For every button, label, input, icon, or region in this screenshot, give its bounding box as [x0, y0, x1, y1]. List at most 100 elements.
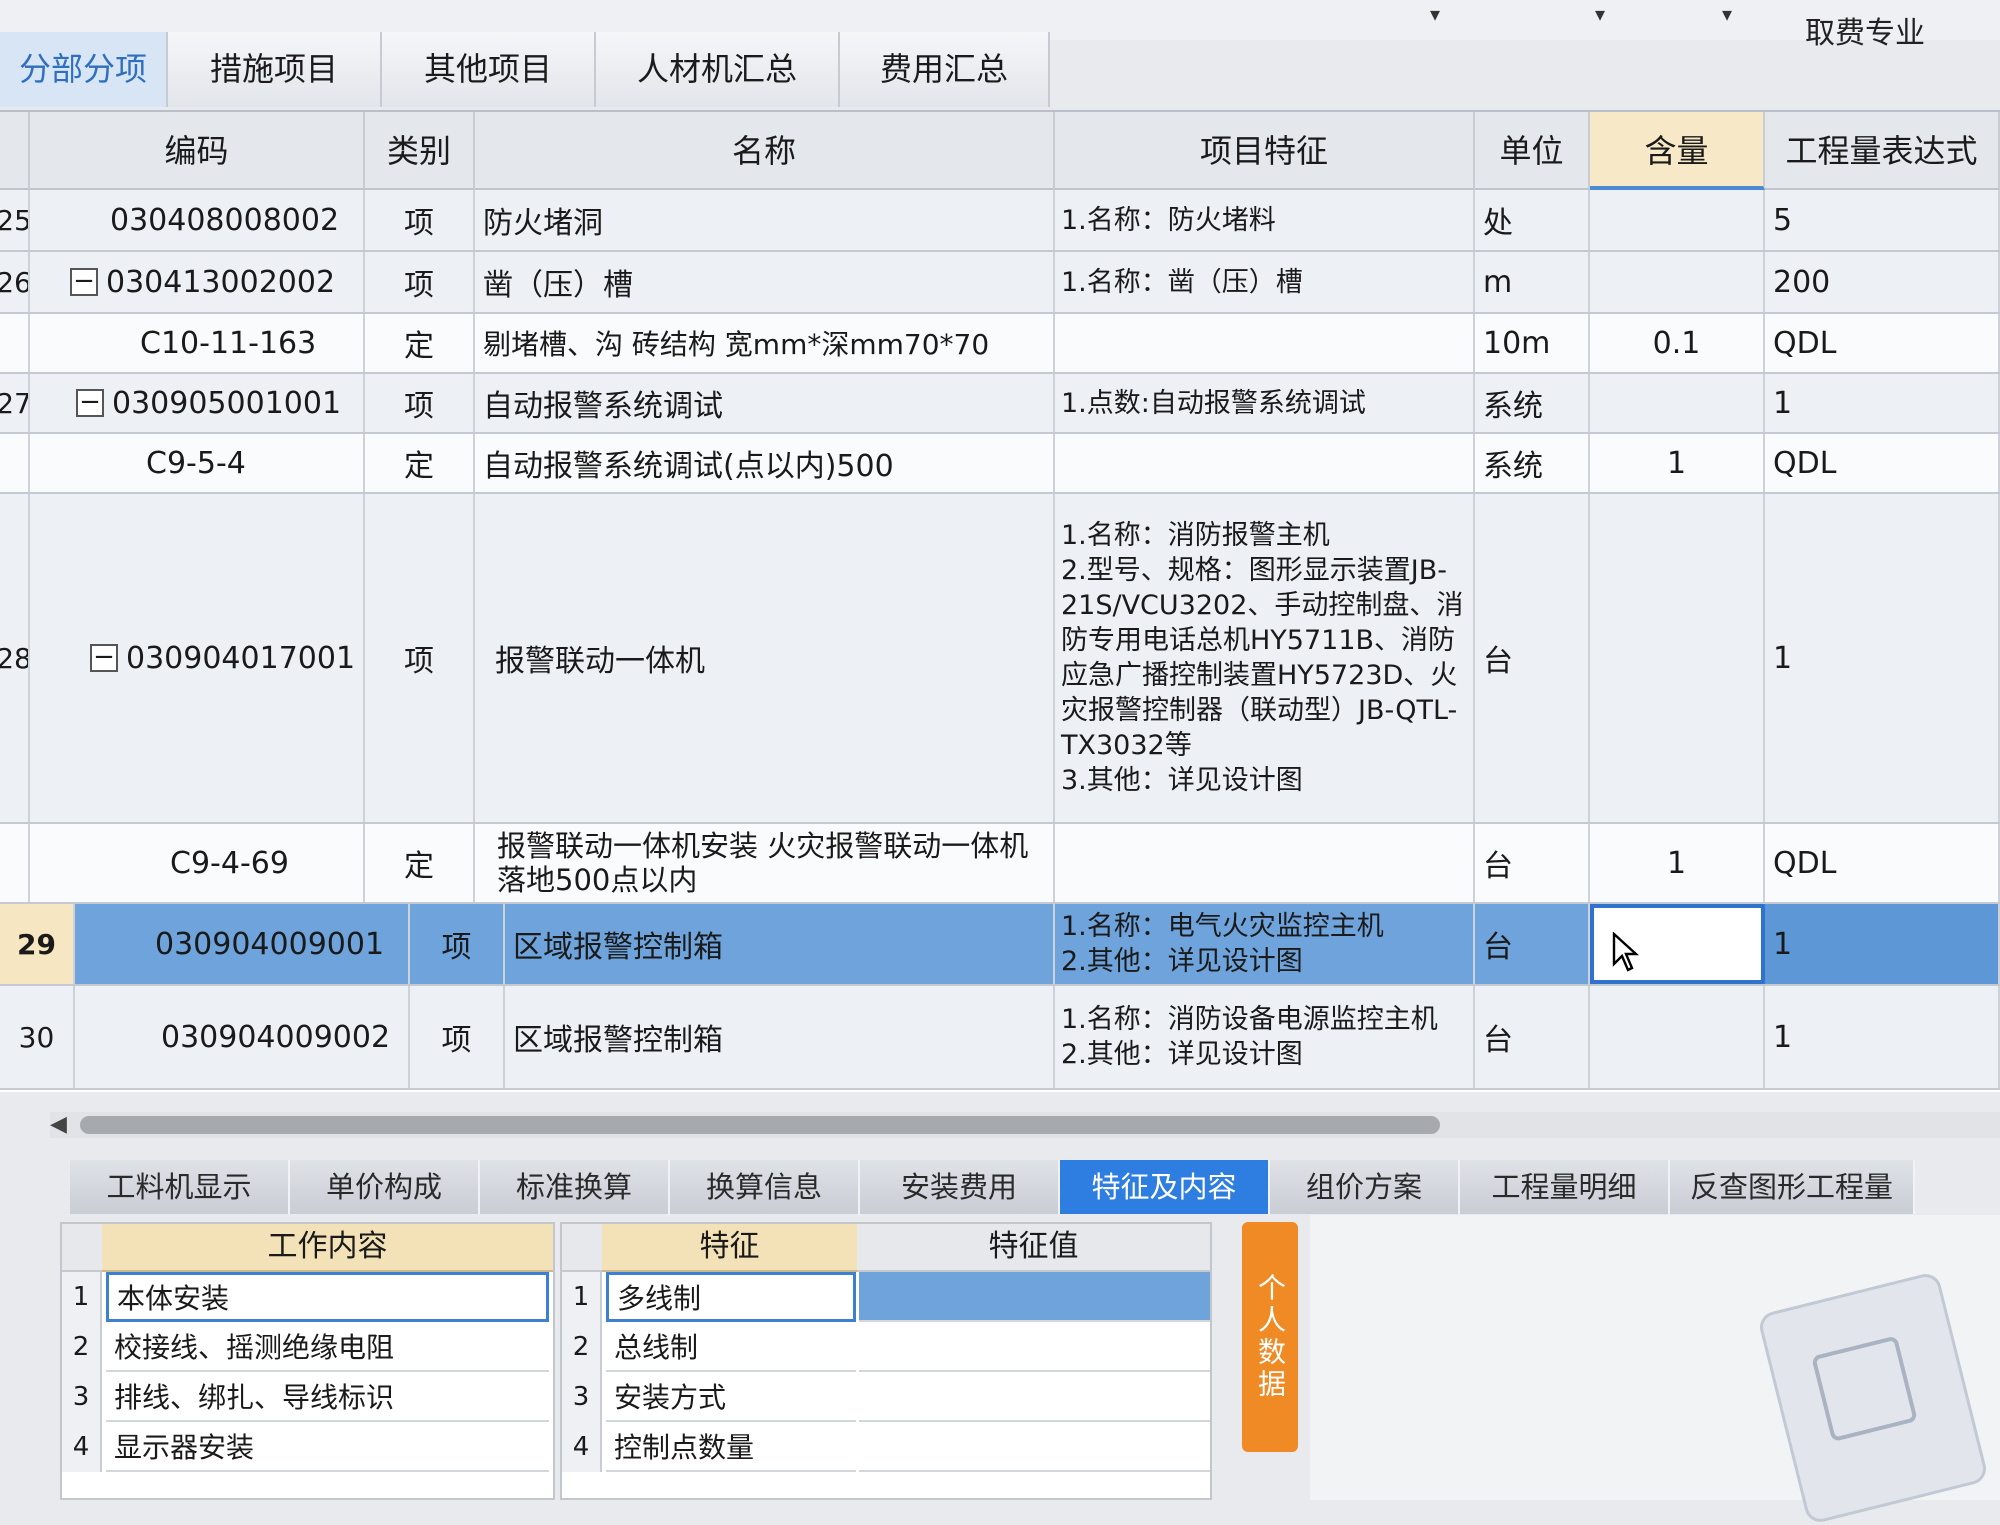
expr-cell[interactable]: QDL: [1765, 434, 2000, 492]
feature-value-cell[interactable]: [859, 1422, 1210, 1472]
code-cell[interactable]: −030905001001: [30, 374, 365, 432]
code-cell[interactable]: 030408008002: [30, 190, 365, 250]
name-cell[interactable]: 自动报警系统调试(点以内)500: [475, 434, 1055, 492]
table-row[interactable]: C10-11-163 定 剔堵槽、沟 砖结构 宽mm*深mm70*70 10m …: [0, 314, 2000, 374]
unit-cell[interactable]: 台: [1475, 904, 1590, 984]
feature-cell[interactable]: [1055, 314, 1475, 372]
table-row[interactable]: 27 −030905001001 项 自动报警系统调试 1.点数:自动报警系统调…: [0, 374, 2000, 434]
table-row[interactable]: 25 030408008002 项 防火堵洞 1.名称：防火堵料 处 5: [0, 190, 2000, 252]
type-cell[interactable]: 项: [365, 494, 475, 822]
type-cell[interactable]: 定: [365, 314, 475, 372]
feature-value-cell[interactable]: [859, 1272, 1210, 1322]
content-cell[interactable]: [1590, 252, 1765, 312]
type-cell[interactable]: 定: [365, 824, 475, 902]
code-cell[interactable]: −030904017001: [30, 494, 365, 822]
tab-sub-items[interactable]: 分部分项: [0, 32, 168, 107]
table-row[interactable]: C9-4-69 定 报警联动一体机安装 火灾报警联动一体机落地500点以内 台 …: [0, 824, 2000, 904]
tab-measures[interactable]: 措施项目: [168, 32, 382, 107]
table-row-selected[interactable]: 29 030904009001 项 区域报警控制箱 1.名称：电气火灾监控主机 …: [0, 904, 2000, 986]
feature-cell[interactable]: 1.点数:自动报警系统调试: [1055, 374, 1475, 432]
expr-cell[interactable]: 200: [1765, 252, 2000, 312]
collapse-icon[interactable]: −: [76, 389, 104, 417]
name-cell[interactable]: 区域报警控制箱: [505, 986, 1055, 1088]
work-content-item[interactable]: 本体安装: [106, 1272, 549, 1322]
collapse-icon[interactable]: −: [70, 268, 98, 296]
feature-cell[interactable]: [1055, 824, 1475, 902]
tab-standard-conversion[interactable]: 标准换算: [480, 1160, 670, 1214]
tab-other-items[interactable]: 其他项目: [382, 32, 596, 107]
name-cell[interactable]: 凿（压）槽: [475, 252, 1055, 312]
expr-cell[interactable]: 1: [1765, 904, 2000, 984]
expr-cell[interactable]: 1: [1765, 494, 2000, 822]
tab-conversion-info[interactable]: 换算信息: [670, 1160, 860, 1214]
feature-cell[interactable]: 1.名称：消防报警主机 2.型号、规格：图形显示装置JB-21S/VCU3202…: [1055, 494, 1475, 822]
content-cell[interactable]: [1590, 374, 1765, 432]
code-cell[interactable]: C9-5-4: [30, 434, 365, 492]
feature-cell[interactable]: [1055, 434, 1475, 492]
tab-unit-price-composition[interactable]: 单价构成: [290, 1160, 480, 1214]
work-content-item[interactable]: 显示器安装: [106, 1422, 549, 1472]
feature-item[interactable]: 控制点数量: [606, 1422, 856, 1472]
scrollbar-thumb[interactable]: [80, 1116, 1440, 1134]
expr-cell[interactable]: QDL: [1765, 314, 2000, 372]
feature-item[interactable]: 安装方式: [606, 1372, 856, 1422]
tab-installation-cost[interactable]: 安装费用: [860, 1160, 1060, 1214]
work-content-item[interactable]: 校接线、摇测绝缘电阻: [106, 1322, 549, 1372]
type-cell[interactable]: 项: [410, 904, 505, 984]
header-feature[interactable]: 项目特征: [1055, 112, 1475, 190]
tab-quantity-details[interactable]: 工程量明细: [1460, 1160, 1670, 1214]
unit-cell[interactable]: m: [1475, 252, 1590, 312]
feature-value-cell[interactable]: [859, 1322, 1210, 1372]
feature-item[interactable]: 总线制: [606, 1322, 856, 1372]
content-cell[interactable]: [1590, 494, 1765, 822]
work-content-item[interactable]: 排线、绑扎、导线标识: [106, 1372, 549, 1422]
dropdown-arrow-icon[interactable]: ▾: [1722, 2, 1732, 26]
name-cell[interactable]: 区域报警控制箱: [505, 904, 1055, 984]
tab-labor-material-display[interactable]: 工料机显示: [70, 1160, 290, 1214]
code-cell[interactable]: 030904009001: [75, 904, 410, 984]
type-cell[interactable]: 项: [410, 986, 505, 1088]
fee-specialty-label[interactable]: 取费专业: [1805, 8, 1925, 52]
type-cell[interactable]: 项: [365, 374, 475, 432]
dropdown-arrow-icon[interactable]: ▾: [1430, 2, 1440, 26]
header-type[interactable]: 类别: [365, 112, 475, 190]
unit-cell[interactable]: 处: [1475, 190, 1590, 250]
content-cell[interactable]: 0.1: [1590, 314, 1765, 372]
tab-features-and-content[interactable]: 特征及内容: [1060, 1160, 1270, 1214]
personal-data-button[interactable]: 个人数据: [1242, 1222, 1298, 1452]
code-cell[interactable]: −030413002002: [30, 252, 365, 312]
collapse-icon[interactable]: −: [90, 644, 118, 672]
type-cell[interactable]: 项: [365, 252, 475, 312]
tab-labor-material-summary[interactable]: 人材机汇总: [596, 32, 840, 107]
tab-pricing-scheme[interactable]: 组价方案: [1270, 1160, 1460, 1214]
unit-cell[interactable]: 台: [1475, 986, 1590, 1088]
expr-cell[interactable]: QDL: [1765, 824, 2000, 902]
expr-cell[interactable]: 5: [1765, 190, 2000, 250]
table-row[interactable]: 30 030904009002 项 区域报警控制箱 1.名称：消防设备电源监控主…: [0, 986, 2000, 1090]
header-name[interactable]: 名称: [475, 112, 1055, 190]
content-cell[interactable]: [1590, 986, 1765, 1088]
header-content[interactable]: 含量: [1590, 112, 1765, 190]
feature-cell[interactable]: 1.名称：防火堵料: [1055, 190, 1475, 250]
table-row[interactable]: C9-5-4 定 自动报警系统调试(点以内)500 系统 1 QDL: [0, 434, 2000, 494]
feature-cell[interactable]: 1.名称：消防设备电源监控主机 2.其他：详见设计图: [1055, 986, 1475, 1088]
scroll-left-icon[interactable]: ◀: [50, 1112, 67, 1137]
header-expr[interactable]: 工程量表达式: [1765, 112, 2000, 190]
horizontal-scrollbar[interactable]: ◀: [50, 1112, 2000, 1138]
name-cell[interactable]: 剔堵槽、沟 砖结构 宽mm*深mm70*70: [475, 314, 1055, 372]
feature-value-cell[interactable]: [859, 1372, 1210, 1422]
name-cell[interactable]: 自动报警系统调试: [475, 374, 1055, 432]
unit-cell[interactable]: 10m: [1475, 314, 1590, 372]
content-cell[interactable]: [1590, 190, 1765, 250]
code-cell[interactable]: 030904009002: [75, 986, 410, 1088]
feature-cell[interactable]: 1.名称：凿（压）槽: [1055, 252, 1475, 312]
expr-cell[interactable]: 1: [1765, 374, 2000, 432]
table-row[interactable]: 26 −030413002002 项 凿（压）槽 1.名称：凿（压）槽 m 20…: [0, 252, 2000, 314]
unit-cell[interactable]: 台: [1475, 824, 1590, 902]
header-unit[interactable]: 单位: [1475, 112, 1590, 190]
unit-cell[interactable]: 台: [1475, 494, 1590, 822]
unit-cell[interactable]: 系统: [1475, 434, 1590, 492]
tab-reverse-check-quantity[interactable]: 反查图形工程量: [1670, 1160, 1915, 1214]
name-cell[interactable]: 报警联动一体机: [475, 494, 1055, 822]
tab-cost-summary[interactable]: 费用汇总: [840, 32, 1050, 107]
